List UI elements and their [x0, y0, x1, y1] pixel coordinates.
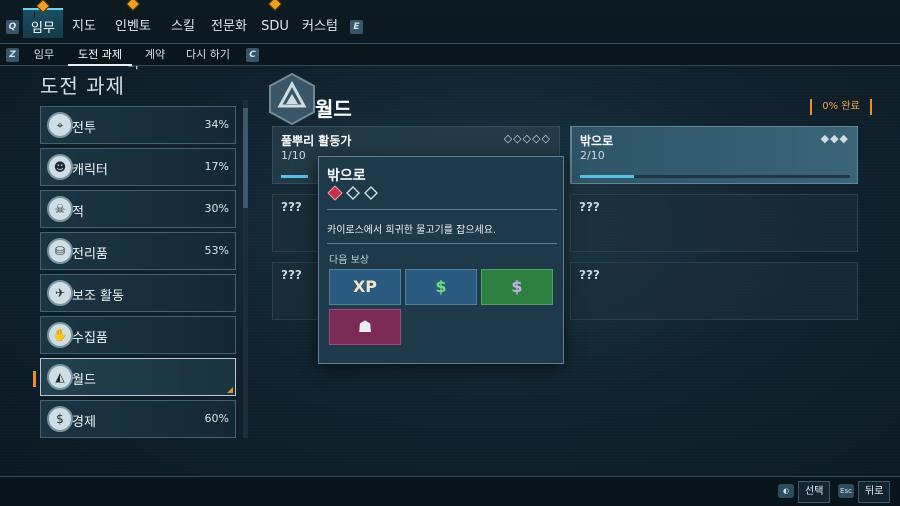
tab-skills[interactable]: 스킬 [168, 8, 198, 38]
currency-icon: $ [435, 277, 447, 296]
category-label: 적 [72, 205, 84, 220]
challenge-title: 밖으로 [580, 134, 614, 148]
subtab-replay[interactable]: 다시 하기 [182, 44, 234, 66]
subtab-challenges[interactable]: 도전 과제 [68, 44, 132, 66]
select-label: 선택 [798, 481, 831, 503]
tier-diamonds: ◇◇◇◇◇ [503, 132, 551, 145]
tab-map[interactable]: 지도 [70, 8, 98, 38]
locked-label: ??? [281, 268, 302, 282]
category-label: 경제 [72, 415, 96, 430]
challenge-title: 풀뿌리 활동가 [281, 134, 352, 148]
category-label: 전투 [72, 121, 96, 136]
locked-label: ??? [579, 200, 600, 214]
locked-label: ??? [281, 200, 302, 214]
category-collectibles[interactable]: ✋ 수집품 [40, 316, 236, 354]
locked-label: ??? [579, 268, 600, 282]
subnav-next-key[interactable]: C [246, 48, 259, 62]
top-nav: Q 임무 지도 인벤토리 스킬 전문화 SDU 커스텀 E [0, 0, 900, 72]
category-percent: 60% [204, 412, 229, 425]
category-percent: 53% [204, 244, 229, 257]
divider [327, 243, 557, 244]
category-loot[interactable]: ⛁ 전리품 53% [40, 232, 236, 270]
challenge-count: 1/10 [281, 149, 306, 162]
select-key-icon: ◐ [778, 484, 794, 498]
bottom-hint-bar [0, 476, 900, 506]
tab-inventory[interactable]: 인벤토리 [110, 0, 156, 72]
challenge-tooltip: 밖으로 카이로스에서 희귀한 물고기를 잡으세요. 다음 보상 XP $ $ ☗ [318, 156, 564, 364]
category-economy[interactable]: $ 경제 60% [40, 400, 236, 438]
esc-key-icon: Esc [838, 484, 854, 498]
world-title: 월드 [315, 97, 352, 121]
selection-indicator [33, 371, 36, 387]
category-label: 보조 활동 [72, 289, 124, 304]
reward-currency: $ [405, 269, 477, 305]
collectible-icon: ✋ [47, 322, 73, 348]
tab-missions[interactable]: 임무 [23, 0, 63, 38]
alert-icon [125, 0, 141, 12]
category-enemies[interactable]: ☠ 적 30% [40, 190, 236, 228]
reward-credit: $ [481, 269, 553, 305]
tier-diamonds: ◆◆◆ [820, 132, 849, 145]
challenge-card-outside[interactable]: 밖으로 ◆◆◆ 2/10 [570, 126, 858, 184]
tab-specialization[interactable]: 전문화 [208, 8, 250, 38]
category-label: 전리품 [72, 247, 108, 262]
select-hint[interactable]: ◐ 선택 [778, 481, 831, 503]
category-character[interactable]: ☻ 캐릭터 17% [40, 148, 236, 186]
category-world[interactable]: ◭ 월드 [40, 358, 236, 396]
reward-xp: XP [329, 269, 401, 305]
side-activity-icon: ✈ [47, 280, 73, 306]
alert-icon [267, 0, 283, 12]
credit-icon: $ [511, 277, 523, 296]
xp-icon: XP [352, 277, 378, 296]
challenge-count: 2/10 [580, 149, 605, 162]
nav-prev-key[interactable]: Q [6, 20, 19, 34]
alert-icon [35, 0, 51, 14]
character-icon: ☻ [47, 154, 73, 180]
category-label: 월드 [72, 373, 96, 388]
economy-icon: $ [47, 406, 73, 432]
category-percent: 17% [204, 160, 229, 173]
reward-cosmetic: ☗ [329, 309, 401, 345]
back-label: 뒤로 [858, 481, 891, 503]
page-title: 도전 과제 [40, 74, 125, 98]
combat-icon: ⌖ [47, 112, 73, 138]
world-emblem-icon [269, 72, 315, 126]
nav-next-key[interactable]: E [350, 20, 363, 34]
progress-fill [580, 175, 634, 178]
category-percent: 34% [204, 118, 229, 131]
category-side-activities[interactable]: ✈ 보조 활동 [40, 274, 236, 312]
category-combat[interactable]: ⌖ 전투 34% [40, 106, 236, 144]
challenge-card-locked[interactable]: ??? [570, 262, 858, 320]
sub-nav: Z 임무 도전 과제 계약 다시 하기 C [0, 44, 900, 66]
category-label: 수집품 [72, 331, 108, 346]
progress-fill [281, 175, 308, 178]
world-icon: ◭ [47, 364, 73, 390]
tier-diamonds-icon [327, 185, 378, 201]
tooltip-title: 밖으로 [327, 168, 366, 184]
sidebar-scroll-thumb[interactable] [243, 108, 248, 208]
tab-custom[interactable]: 커스텀 [300, 8, 340, 38]
challenge-progress-bar [580, 175, 850, 178]
subnav-prev-key[interactable]: Z [6, 48, 19, 62]
cosmetic-icon: ☗ [357, 317, 373, 336]
loot-icon: ⛁ [47, 238, 73, 264]
tooltip-description: 카이로스에서 희귀한 물고기를 잡으세요. [327, 225, 497, 236]
completion-progress: 0% 완료 [810, 99, 872, 115]
skull-icon: ☠ [47, 196, 73, 222]
divider [327, 209, 557, 210]
back-hint[interactable]: Esc 뒤로 [838, 481, 891, 503]
category-label: 캐릭터 [72, 163, 108, 178]
tab-sdu[interactable]: SDU [260, 0, 290, 38]
selected-corner-mark [227, 387, 233, 393]
subtab-contracts[interactable]: 계약 [140, 44, 170, 66]
challenge-card-locked[interactable]: ??? [570, 194, 858, 252]
subtab-missions[interactable]: 임무 [28, 44, 60, 66]
next-reward-label: 다음 보상 [329, 255, 369, 266]
category-percent: 30% [204, 202, 229, 215]
